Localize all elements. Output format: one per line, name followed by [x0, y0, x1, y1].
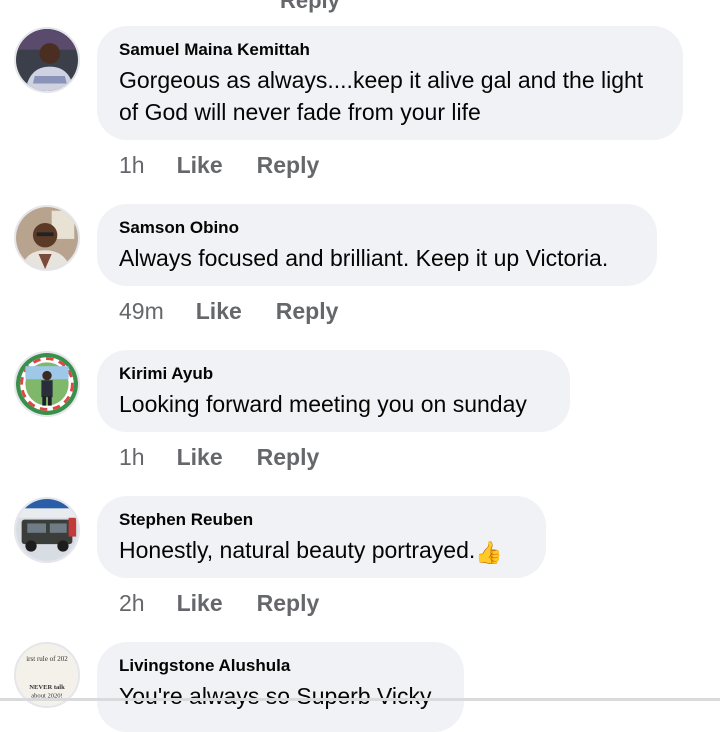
- avatar[interactable]: [14, 351, 80, 417]
- comment-timestamp[interactable]: 1h: [119, 152, 145, 179]
- comment-text-body: Honestly, natural beauty portrayed.: [119, 537, 476, 563]
- like-button[interactable]: Like: [177, 444, 223, 471]
- comment-bubble: Samuel Maina Kemittah Gorgeous as always…: [97, 26, 683, 140]
- comment-bubble: Livingstone Alushula You're always so Su…: [97, 642, 464, 732]
- avatar-photo-icon: irst rule of 202 NEVER talk about 2020!: [16, 644, 78, 706]
- comment-actions: 49m Like Reply: [119, 298, 338, 325]
- comment-author[interactable]: Samson Obino: [119, 218, 635, 238]
- comment-actions: 1h Like Reply: [119, 444, 319, 471]
- comment-timestamp[interactable]: 2h: [119, 590, 145, 617]
- comment-actions: 2h Like Reply: [119, 590, 319, 617]
- avatar-photo-icon: [16, 353, 78, 415]
- comment-author[interactable]: Kirimi Ayub: [119, 364, 548, 384]
- svg-text:NEVER talk: NEVER talk: [29, 684, 65, 691]
- comment-text: Always focused and brilliant. Keep it up…: [119, 245, 609, 271]
- avatar-photo-icon: [16, 207, 78, 269]
- comment-text: Gorgeous as always....keep it alive gal …: [119, 67, 644, 125]
- like-button[interactable]: Like: [177, 152, 223, 179]
- svg-text:irst rule of 202: irst rule of 202: [26, 655, 68, 663]
- like-button[interactable]: Like: [177, 590, 223, 617]
- reply-button[interactable]: Reply: [257, 152, 320, 179]
- reply-button[interactable]: Reply: [276, 298, 339, 325]
- comment-author[interactable]: Livingstone Alushula: [119, 656, 442, 676]
- comment-text: You're always so Superb Vicky: [119, 683, 432, 709]
- avatar-photo-icon: [16, 29, 78, 91]
- comment-bubble: Stephen Reuben Honestly, natural beauty …: [97, 496, 546, 578]
- comment-author[interactable]: Samuel Maina Kemittah: [119, 40, 661, 60]
- avatar-photo-icon: [16, 499, 78, 561]
- comment-bubble: Samson Obino Always focused and brillian…: [97, 204, 657, 286]
- previous-reply-link[interactable]: Reply: [280, 0, 340, 14]
- avatar[interactable]: [14, 497, 80, 563]
- comment-actions: 1h Like Reply: [119, 152, 319, 179]
- comment-text: Honestly, natural beauty portrayed.👍: [119, 534, 524, 569]
- reply-button[interactable]: Reply: [257, 590, 320, 617]
- comment-author[interactable]: Stephen Reuben: [119, 510, 524, 530]
- avatar[interactable]: [14, 27, 80, 93]
- like-button[interactable]: Like: [196, 298, 242, 325]
- comment-text: Looking forward meeting you on sunday: [119, 391, 527, 417]
- reply-button[interactable]: Reply: [257, 444, 320, 471]
- thumbs-up-emoji-icon: 👍: [475, 540, 503, 565]
- comment-timestamp[interactable]: 1h: [119, 444, 145, 471]
- comment-bubble: Kirimi Ayub Looking forward meeting you …: [97, 350, 570, 432]
- comment-timestamp[interactable]: 49m: [119, 298, 164, 325]
- avatar[interactable]: [14, 205, 80, 271]
